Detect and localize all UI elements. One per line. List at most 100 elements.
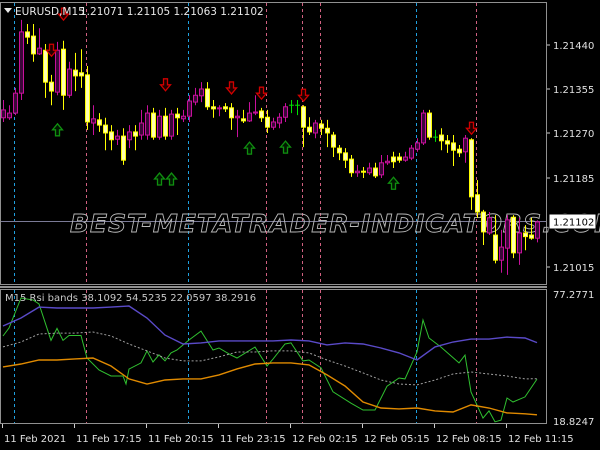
candle-body [193,94,198,103]
candle-body [79,72,84,77]
candle-body [271,121,276,128]
candle-body [163,115,168,137]
candle-body [229,107,234,119]
candle-body [457,148,462,154]
time-label: 12 Feb 02:15 [292,434,358,445]
candle-body [463,137,468,153]
candle-body [493,234,498,261]
candle-body [469,139,474,198]
candle-body [241,118,246,122]
candle-body [49,81,54,92]
candle-body [277,116,282,124]
bullish-candle [19,19,24,100]
indicator-min-label: 18.8247 [553,417,594,428]
price-label: 1.21185 [553,174,594,185]
candle-body [529,234,534,239]
candle-body [307,126,312,133]
price-label: 1.21270 [553,129,594,140]
candle-body [403,156,408,161]
time-label: 11 Feb 17:15 [76,434,142,445]
candle-body [253,111,258,114]
candle-body [283,106,288,118]
candle-body [91,118,96,124]
candle-body [481,211,486,233]
candle-body [199,88,204,97]
candle-body [337,147,342,154]
price-label: 1.21015 [553,263,594,274]
candle-body [487,217,492,234]
candle-body [325,127,330,134]
candle-body [349,158,354,174]
bearish-candle [151,107,156,140]
indicator-legend: M15 Rsi bands 38.1092 54.5235 22.0597 38… [5,293,256,304]
ohlc-readout: 1.21071 1.21105 1.21063 1.21102 [80,6,264,18]
candle-body [133,131,138,137]
candle-body [331,134,336,148]
candle-body [397,156,402,161]
candle-body [211,106,216,110]
candle-body [139,122,144,136]
candle-body [55,49,60,93]
candle-body [115,135,120,140]
candle-body [511,216,516,254]
candle-body [439,134,444,142]
candle-body [445,140,450,145]
candle-body [313,122,318,134]
bullish-candle [421,109,426,145]
candle-body [475,194,480,213]
candle-body [517,232,522,254]
candle-body [421,112,426,144]
candle-body [505,219,510,249]
candle-body [355,170,360,174]
bearish-candle [511,215,516,259]
candle-body [385,160,390,164]
candle-body [61,48,66,96]
candle-body [235,115,240,119]
candle-body [259,110,264,119]
candle-body [73,69,78,77]
time-label: 11 Feb 23:15 [220,434,286,445]
candle-body [67,68,72,96]
candle-body [127,131,132,141]
candle-body [37,47,42,55]
candle-body [379,162,384,176]
candle-body [409,147,414,159]
candle-body [247,112,252,122]
time-label: 12 Feb 11:15 [508,434,574,445]
candle-body [415,142,420,150]
candle-body [319,123,324,129]
candle-body [121,135,126,161]
time-label: 12 Feb 05:15 [364,434,430,445]
candle-body [301,106,306,128]
bullish-candle [169,109,174,140]
candle-body [535,221,540,239]
candle-body [451,142,456,151]
indicator-max-label: 77.2771 [553,290,594,301]
chart-header: EURUSD,M15 1.21071 1.21105 1.21063 1.211… [4,6,264,18]
current-price-label: 1.21102 [553,218,594,229]
candle-body [157,115,162,138]
candle-body [103,124,108,134]
metatrader-chart-window[interactable]: BEST-METATRADER-INDICATORS.COM EURUSD,M1… [0,0,600,450]
candle-body [13,92,18,114]
bearish-candle [85,65,90,130]
candle-body [145,112,150,136]
candle-body [391,156,396,163]
candle-body [361,170,366,173]
candle-body [31,35,36,55]
price-label: 1.21440 [553,41,594,52]
candle-body [151,112,156,138]
candle-body [223,106,228,110]
candle-body [19,31,24,94]
candle-body [523,232,528,238]
symbol-label: EURUSD,M15 [15,6,85,18]
candle-body [265,116,270,128]
candle-body [367,167,372,174]
candle-body [85,74,90,123]
bearish-candle [427,109,432,140]
candle-body [205,88,210,108]
candle-body [43,49,48,83]
time-label: 11 Feb 2021 [4,434,66,445]
candle-body [109,131,114,141]
candle-body [25,31,30,38]
